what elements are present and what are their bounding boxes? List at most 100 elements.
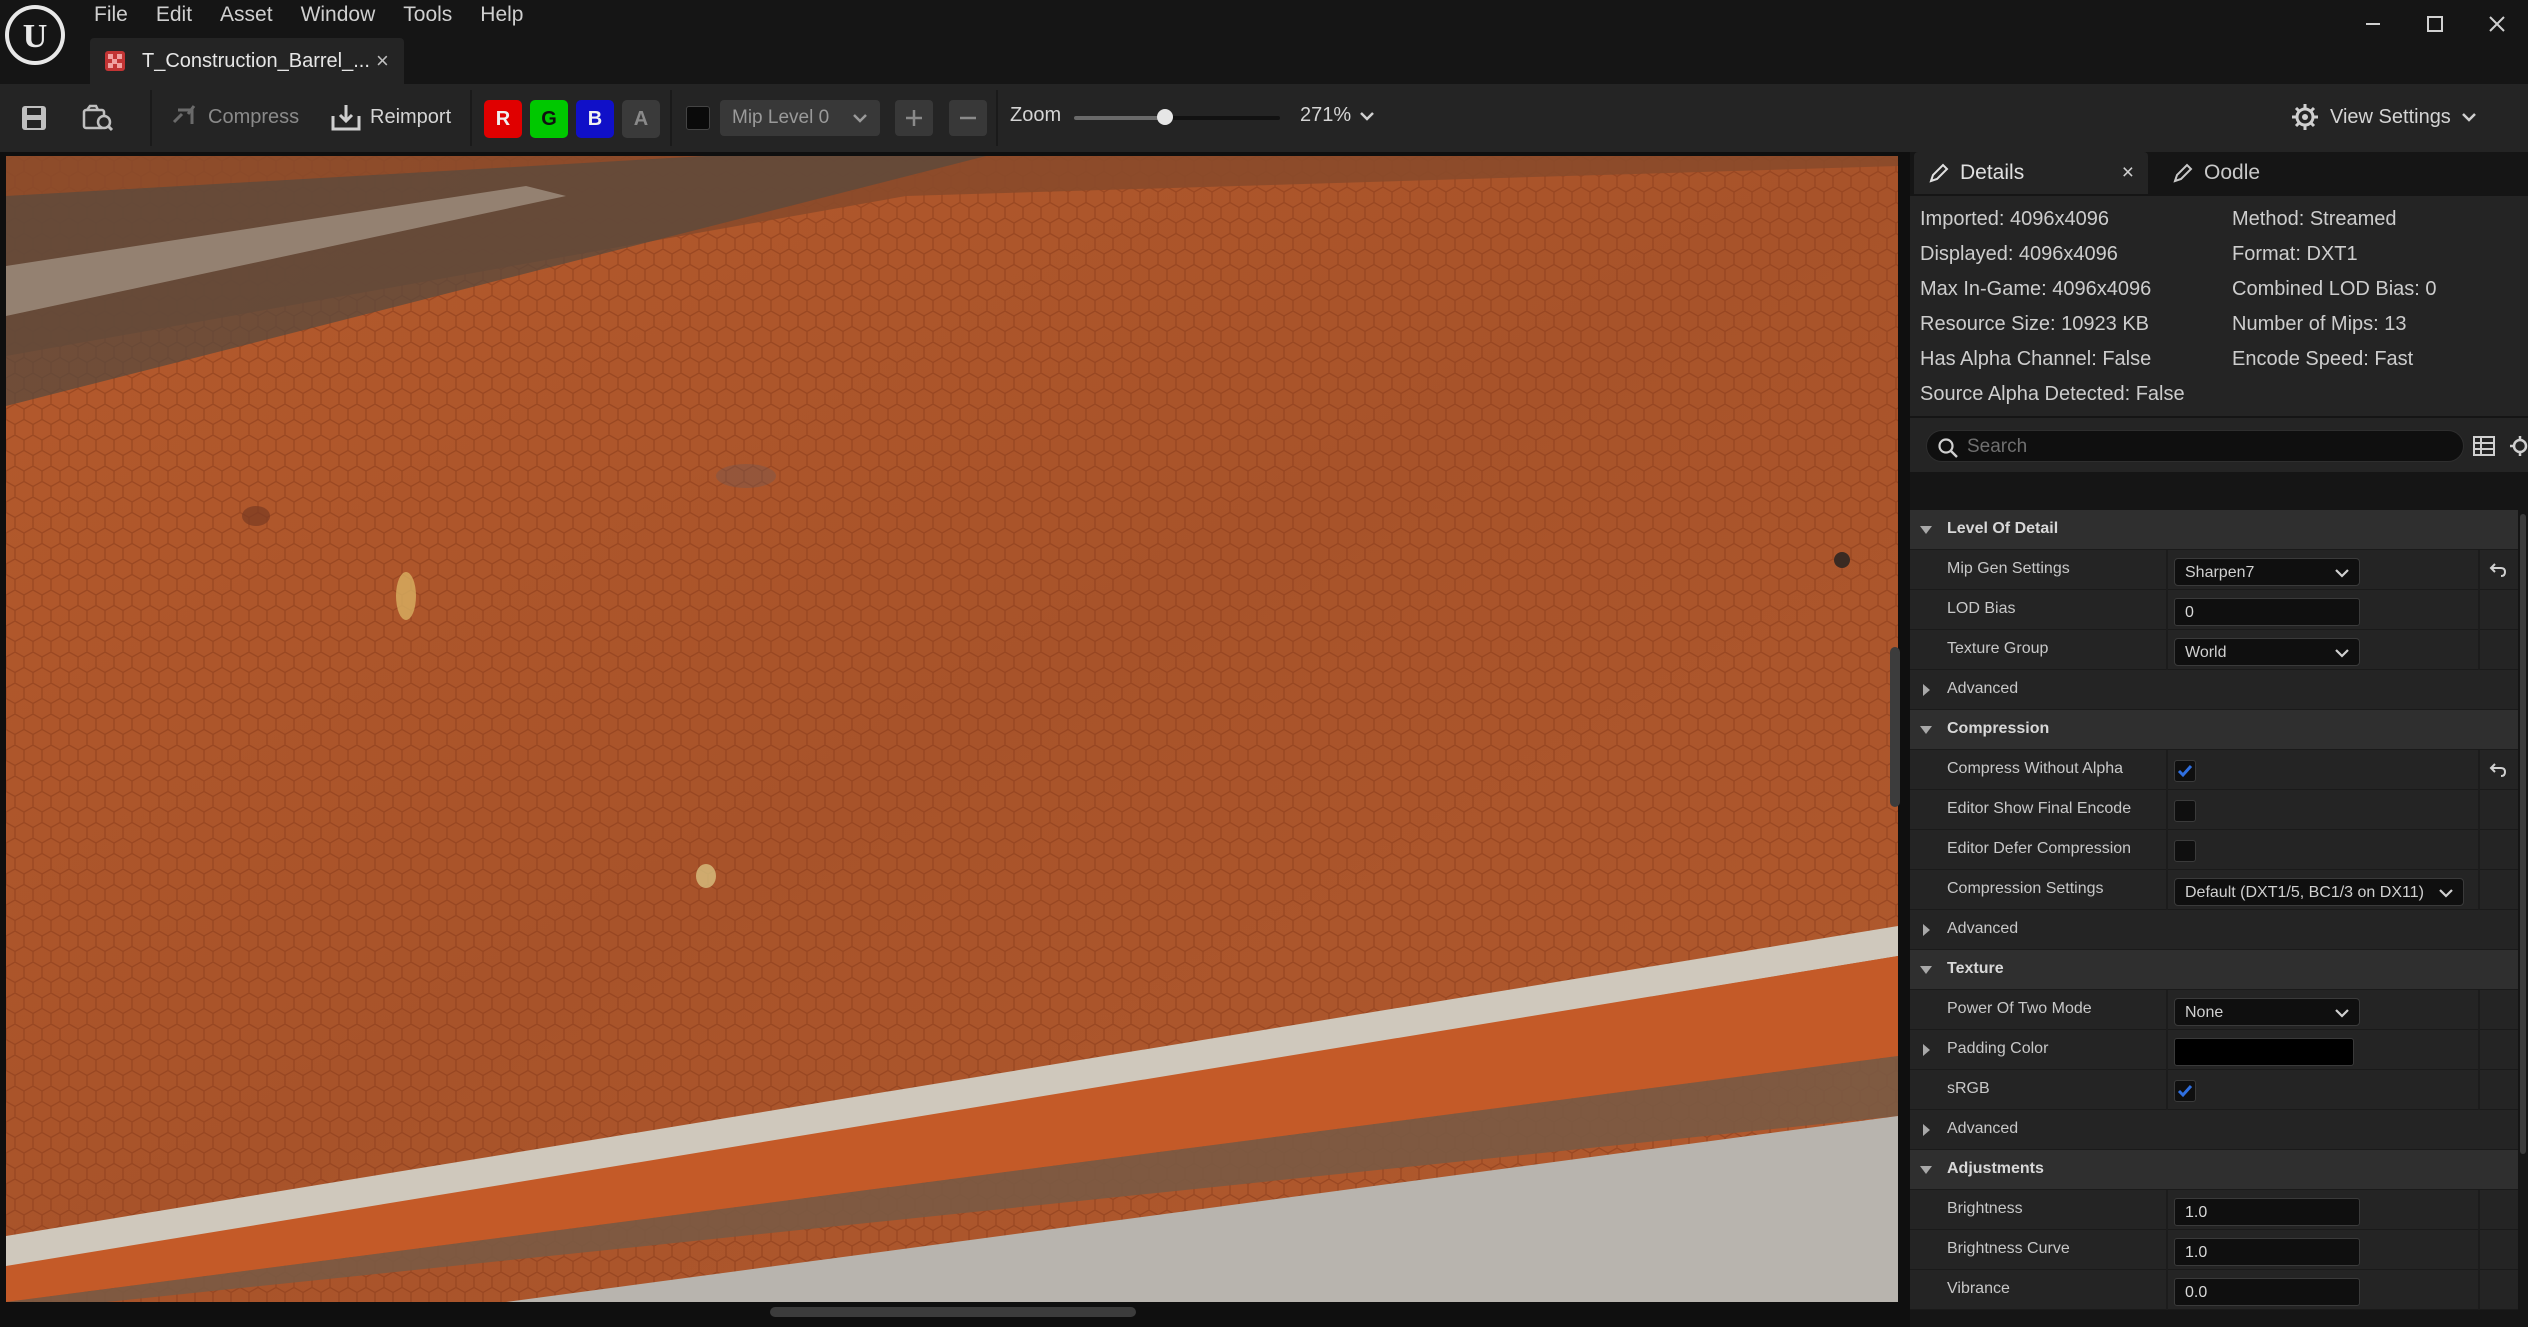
category-adjustments[interactable]: Adjustments <box>1910 1150 2518 1190</box>
property-label: Compression Settings <box>1947 880 2104 897</box>
column-divider <box>2478 870 2480 910</box>
menu-help[interactable]: Help <box>466 0 537 30</box>
menu-window[interactable]: Window <box>287 0 390 30</box>
channel-blue-toggle[interactable]: B <box>576 100 614 138</box>
brightness-input[interactable]: 1.0 <box>2174 1198 2360 1226</box>
panel-tabs: Details × Oodle <box>1910 152 2528 194</box>
alpha-background-checkbox[interactable] <box>686 106 710 130</box>
property-advanced-texture[interactable]: Advanced <box>1910 1110 2518 1150</box>
channel-green-toggle[interactable]: G <box>530 100 568 138</box>
menu-tools[interactable]: Tools <box>389 0 466 30</box>
reset-to-default-icon[interactable] <box>2488 760 2508 780</box>
column-divider <box>2166 630 2168 670</box>
compress-without-alpha-checkbox[interactable] <box>2174 760 2196 782</box>
channel-alpha-toggle[interactable]: A <box>622 100 660 138</box>
compression-settings-dropdown[interactable]: Default (DXT1/5, BC1/3 on DX11) <box>2174 878 2464 906</box>
compress-button[interactable]: Compress <box>170 102 299 132</box>
power-of-two-mode-dropdown[interactable]: None <box>2174 998 2360 1026</box>
property-advanced-lod[interactable]: Advanced <box>1910 670 2518 710</box>
collapse-arrow-icon <box>1920 1166 1932 1174</box>
menu-edit[interactable]: Edit <box>142 0 206 30</box>
view-settings-button[interactable]: View Settings <box>2290 102 2477 132</box>
column-divider <box>2166 1230 2168 1270</box>
mip-level-dropdown[interactable]: Mip Level 0 <box>720 100 880 136</box>
tab-details[interactable]: Details × <box>1914 152 2148 194</box>
close-window-button[interactable] <box>2466 0 2528 48</box>
menu-asset[interactable]: Asset <box>206 0 287 30</box>
channel-red-toggle[interactable]: R <box>484 100 522 138</box>
tab-oodle-label: Oodle <box>2204 161 2261 184</box>
viewport-horizontal-scrollbar[interactable] <box>770 1307 1136 1317</box>
expand-arrow-icon <box>1923 1124 1930 1136</box>
column-divider <box>2478 1070 2480 1110</box>
dropdown-value: Default (DXT1/5, BC1/3 on DX11) <box>2185 884 2424 901</box>
texture-group-dropdown[interactable]: World <box>2174 638 2360 666</box>
property-label: Advanced <box>1947 680 2019 697</box>
category-texture[interactable]: Texture <box>1910 950 2518 990</box>
category-compression[interactable]: Compression <box>1910 710 2518 750</box>
info-imported: Imported: 4096x4096 <box>1920 208 2110 230</box>
editor-defer-compression-checkbox[interactable] <box>2174 840 2196 862</box>
info-max-in-game: Max In-Game: 4096x4096 <box>1920 278 2152 300</box>
search-icon <box>1938 438 1958 458</box>
save-icon[interactable] <box>20 104 48 132</box>
texture-viewport[interactable] <box>0 152 1910 1327</box>
expand-arrow-icon <box>1923 924 1930 936</box>
info-has-alpha: Has Alpha Channel: False <box>1920 348 2152 370</box>
mip-gen-settings-dropdown[interactable]: Sharpen7 <box>2174 558 2360 586</box>
srgb-checkbox[interactable] <box>2174 1080 2196 1102</box>
maximize-button[interactable] <box>2404 0 2466 48</box>
zoom-slider-fill <box>1074 116 1165 120</box>
viewport-vertical-scrollbar[interactable] <box>1890 647 1900 807</box>
reset-to-default-icon[interactable] <box>2488 560 2508 580</box>
dropdown-value: World <box>2185 644 2227 661</box>
lod-bias-input[interactable]: 0 <box>2174 598 2360 626</box>
details-scrollbar[interactable] <box>2520 514 2526 1154</box>
menu-file[interactable]: File <box>94 0 142 30</box>
expand-arrow-icon[interactable] <box>1918 1042 1934 1058</box>
mip-increase-button[interactable] <box>895 100 933 136</box>
property-label: Power Of Two Mode <box>1947 1000 2092 1017</box>
info-num-mips: Number of Mips: 13 <box>2232 313 2407 335</box>
info-format: Format: DXT1 <box>2232 243 2358 265</box>
property-advanced-compression[interactable]: Advanced <box>1910 910 2518 950</box>
editor-show-final-encode-checkbox[interactable] <box>2174 800 2196 822</box>
property-label: Brightness Curve <box>1947 1240 2070 1257</box>
texture-asset-icon <box>105 51 125 71</box>
brightness-curve-input[interactable]: 1.0 <box>2174 1238 2360 1266</box>
info-source-alpha: Source Alpha Detected: False <box>1920 383 2185 405</box>
document-tab[interactable]: T_Construction_Barrel_... × <box>90 38 404 84</box>
mip-decrease-button[interactable] <box>949 100 987 136</box>
document-tab-close-button[interactable]: × <box>376 48 389 74</box>
details-panel: Details × Oodle Imported: 4096x4096 Disp… <box>1910 152 2528 1327</box>
menu-bar: File Edit Asset Window Tools Help <box>94 0 538 30</box>
column-divider <box>2166 790 2168 830</box>
zoom-slider-thumb[interactable] <box>1156 109 1173 125</box>
property-srgb: sRGB <box>1910 1070 2518 1110</box>
tab-oodle[interactable]: Oodle <box>2162 152 2260 194</box>
minus-icon <box>960 116 976 120</box>
column-divider <box>2478 990 2480 1030</box>
reimport-button[interactable]: Reimport <box>330 102 451 132</box>
info-resource-size: Resource Size: 10923 KB <box>1920 313 2150 335</box>
chevron-down-icon <box>2335 569 2349 578</box>
unreal-engine-logo-icon[interactable]: U <box>2 2 68 68</box>
column-divider <box>2166 1030 2168 1070</box>
tab-details-close-button[interactable]: × <box>2122 161 2134 185</box>
browse-to-asset-icon[interactable] <box>82 104 114 132</box>
settings-gear-icon[interactable] <box>2506 434 2528 458</box>
search-input[interactable]: Search <box>1926 430 2464 462</box>
category-level-of-detail[interactable]: Level Of Detail <box>1910 510 2518 550</box>
plus-icon <box>906 110 922 126</box>
zoom-value-dropdown[interactable]: 271% <box>1300 104 1375 127</box>
property-label: Editor Defer Compression <box>1947 840 2132 857</box>
view-settings-label: View Settings <box>2330 105 2451 128</box>
minimize-icon <box>2366 23 2380 25</box>
vibrance-input[interactable]: 0.0 <box>2174 1278 2360 1306</box>
padding-color-swatch[interactable] <box>2174 1038 2354 1066</box>
table-view-icon[interactable] <box>2472 434 2496 458</box>
title-bar: U File Edit Asset Window Tools Help T_Co… <box>0 0 2528 84</box>
minimize-button[interactable] <box>2342 0 2404 48</box>
category-label: Level Of Detail <box>1947 520 2059 537</box>
close-icon <box>2489 16 2505 32</box>
